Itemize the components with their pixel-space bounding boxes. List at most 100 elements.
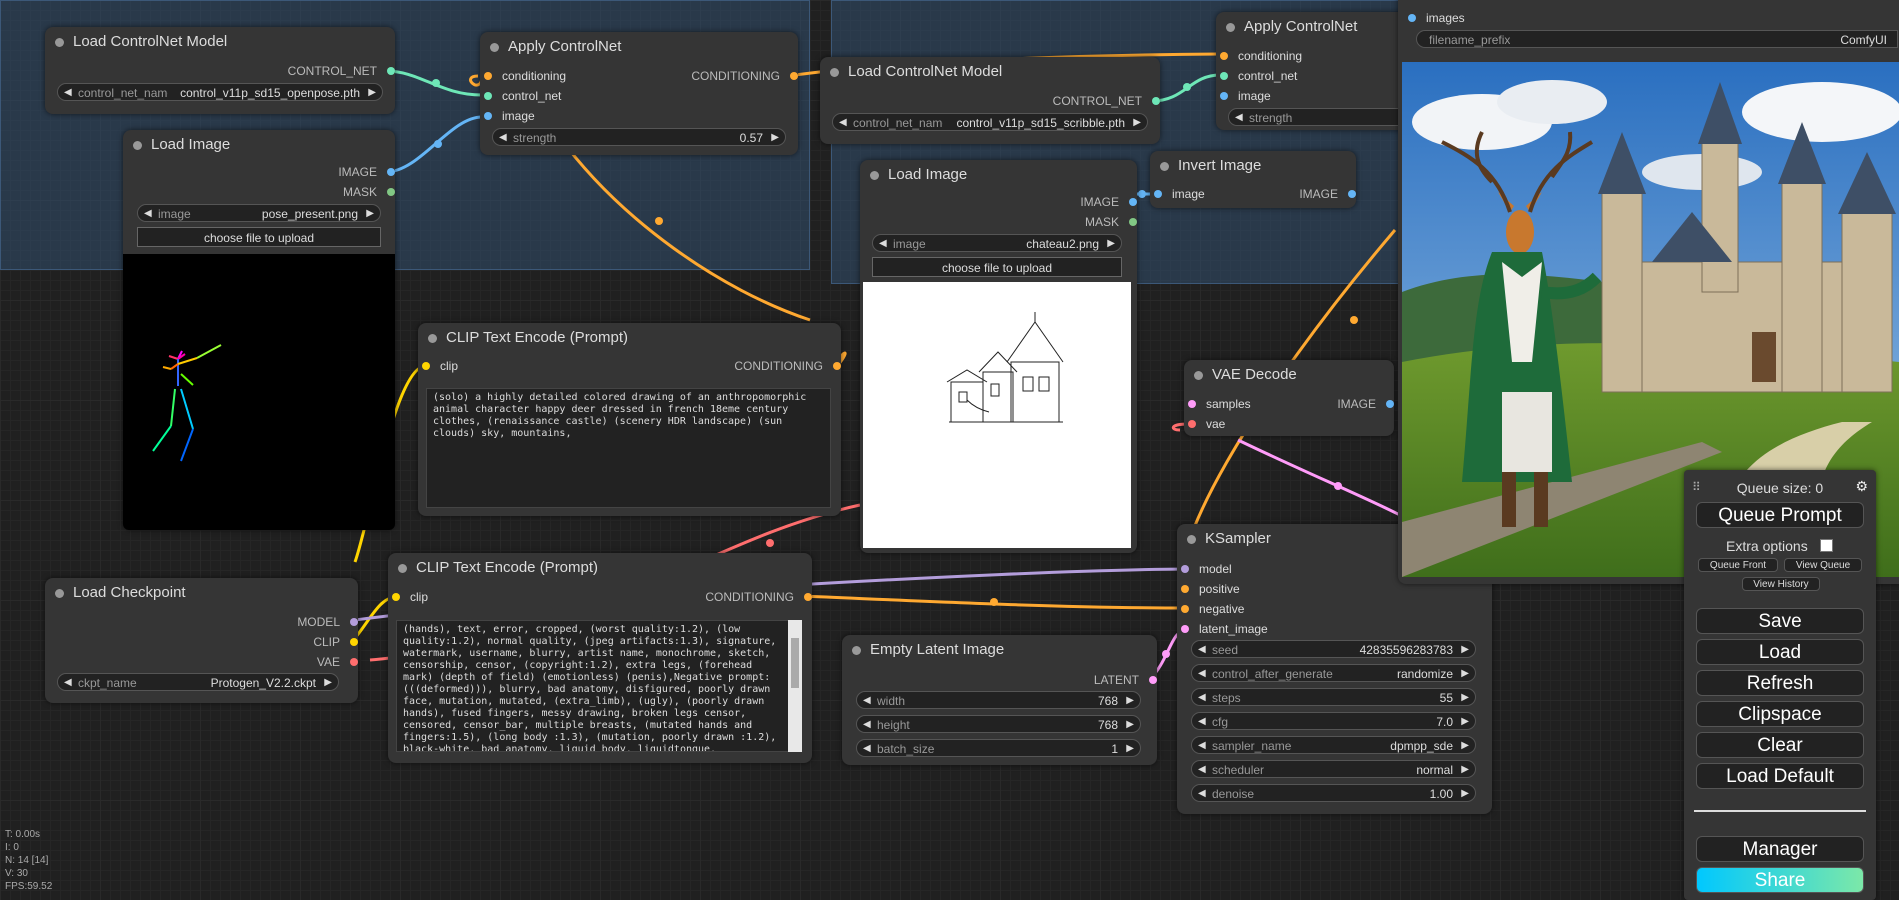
input-image[interactable]: image bbox=[1220, 88, 1271, 104]
queue-front-button[interactable]: Queue Front bbox=[1698, 558, 1778, 572]
node-load-image-pose[interactable]: Load Image IMAGE MASK ◀ image pose_present… bbox=[123, 130, 395, 530]
node-apply-controlnet-2[interactable]: Apply ControlNet conditioning control_ne… bbox=[1216, 12, 1418, 130]
output-mask[interactable]: MASK bbox=[1085, 214, 1137, 230]
node-empty-latent-image[interactable]: Empty Latent Image LATENT ◀ width 768 ▶ ◀ he… bbox=[842, 635, 1157, 765]
widget-cfg[interactable]: ◀ cfg 7.0 ▶ bbox=[1191, 712, 1476, 730]
collapse-dot-icon[interactable] bbox=[398, 564, 407, 573]
node-load-image-chateau[interactable]: Load Image IMAGE MASK ◀ image chateau2.png… bbox=[860, 160, 1137, 553]
input-latent-image[interactable]: latent_image bbox=[1181, 621, 1268, 637]
output-image[interactable]: IMAGE bbox=[1080, 194, 1137, 210]
queue-prompt-button[interactable]: Queue Prompt bbox=[1696, 502, 1864, 528]
input-negative[interactable]: negative bbox=[1181, 601, 1244, 617]
input-control-net[interactable]: control_net bbox=[484, 88, 561, 104]
widget-filename-prefix[interactable]: filename_prefix ComfyUI bbox=[1416, 30, 1898, 48]
node-vae-decode[interactable]: VAE Decode samples vae IMAGE bbox=[1184, 360, 1394, 436]
stat-fps: FPS:59.52 bbox=[5, 881, 53, 892]
castle-sketch-icon bbox=[946, 312, 1064, 423]
collapse-dot-icon[interactable] bbox=[1160, 162, 1169, 171]
node-invert-image[interactable]: Invert Image image IMAGE bbox=[1150, 151, 1356, 208]
share-button[interactable]: Share bbox=[1696, 867, 1864, 893]
widget-control-after-generate[interactable]: ◀ control_after_generate randomize ▶ bbox=[1191, 664, 1476, 682]
link-cond-apply1-out bbox=[556, 134, 811, 322]
settings-gear-icon[interactable]: ⚙ bbox=[1855, 478, 1868, 495]
output-image[interactable]: IMAGE bbox=[1337, 396, 1394, 412]
widget-strength[interactable]: ◀ strength bbox=[1228, 108, 1418, 126]
save-button[interactable]: Save bbox=[1696, 608, 1864, 634]
output-conditioning[interactable]: CONDITIONING bbox=[734, 358, 841, 374]
widget-width[interactable]: ◀ width 768 ▶ bbox=[856, 691, 1141, 709]
input-images[interactable]: images bbox=[1408, 10, 1465, 26]
refresh-button[interactable]: Refresh bbox=[1696, 670, 1864, 696]
node-load-controlnet-openpose[interactable]: Load ControlNet Model CONTROL_NET ◀ contr… bbox=[45, 27, 395, 114]
prompt-textarea[interactable]: (solo) a highly detailed colored drawing… bbox=[426, 388, 831, 508]
render-stats: T: 0.00s I: 0 N: 14 [14] V: 30 FPS:59.52 bbox=[5, 828, 52, 893]
collapse-dot-icon[interactable] bbox=[1187, 535, 1196, 544]
node-load-checkpoint[interactable]: Load Checkpoint MODEL CLIP VAE ◀ ckpt_nam… bbox=[45, 578, 358, 703]
output-conditioning[interactable]: CONDITIONING bbox=[705, 589, 812, 605]
input-positive[interactable]: positive bbox=[1181, 581, 1240, 597]
negative-prompt-textarea[interactable]: (hands), text, error, cropped, (worst qu… bbox=[396, 620, 790, 752]
node-clip-text-encode-positive[interactable]: CLIP Text Encode (Prompt) clip CONDITION… bbox=[418, 323, 841, 516]
link-latent-to-decode bbox=[1237, 438, 1401, 517]
collapse-dot-icon[interactable] bbox=[55, 38, 64, 47]
output-conditioning[interactable]: CONDITIONING bbox=[691, 68, 798, 84]
output-control-net[interactable]: CONTROL_NET bbox=[1053, 93, 1160, 109]
upload-button[interactable]: choose file to upload bbox=[137, 227, 381, 247]
output-mask[interactable]: MASK bbox=[343, 184, 395, 200]
input-conditioning[interactable]: conditioning bbox=[1220, 48, 1302, 64]
widget-steps[interactable]: ◀ steps 55 ▶ bbox=[1191, 688, 1476, 706]
textarea-scrollbar[interactable] bbox=[788, 620, 802, 752]
manager-button[interactable]: Manager bbox=[1696, 836, 1864, 862]
widget-height[interactable]: ◀ height 768 ▶ bbox=[856, 715, 1141, 733]
node-load-controlnet-scribble[interactable]: Load ControlNet Model CONTROL_NET ◀ contr… bbox=[820, 57, 1160, 144]
widget-seed[interactable]: ◀ seed 42835596283783 ▶ bbox=[1191, 640, 1476, 658]
input-control-net[interactable]: control_net bbox=[1220, 68, 1297, 84]
input-image[interactable]: image bbox=[484, 108, 535, 124]
chateau-sketch-image bbox=[863, 282, 1131, 548]
collapse-dot-icon[interactable] bbox=[1226, 23, 1235, 32]
widget-image-select[interactable]: ◀ image pose_present.png ▶ bbox=[137, 204, 381, 222]
output-latent[interactable]: LATENT bbox=[1094, 672, 1157, 688]
widget-batch-size[interactable]: ◀ batch_size 1 ▶ bbox=[856, 739, 1141, 757]
widget-scheduler[interactable]: ◀ scheduler normal ▶ bbox=[1191, 760, 1476, 778]
node-clip-text-encode-negative[interactable]: CLIP Text Encode (Prompt) clip CONDITION… bbox=[388, 553, 812, 763]
output-control-net[interactable]: CONTROL_NET bbox=[288, 63, 395, 79]
collapse-dot-icon[interactable] bbox=[55, 589, 64, 598]
output-clip[interactable]: CLIP bbox=[313, 634, 358, 650]
collapse-dot-icon[interactable] bbox=[490, 43, 499, 52]
input-samples[interactable]: samples bbox=[1188, 396, 1251, 412]
collapse-dot-icon[interactable] bbox=[1194, 371, 1203, 380]
upload-button[interactable]: choose file to upload bbox=[872, 257, 1122, 277]
node-title: Empty Latent Image bbox=[870, 641, 1005, 658]
view-history-button[interactable]: View History bbox=[1742, 577, 1820, 591]
node-apply-controlnet-1[interactable]: Apply ControlNet conditioning control_ne… bbox=[480, 32, 798, 155]
widget-image-select[interactable]: ◀ image chateau2.png ▶ bbox=[872, 234, 1122, 252]
collapse-dot-icon[interactable] bbox=[133, 141, 142, 150]
output-image[interactable]: IMAGE bbox=[338, 164, 395, 180]
collapse-dot-icon[interactable] bbox=[830, 68, 839, 77]
clipspace-button[interactable]: Clipspace bbox=[1696, 701, 1864, 727]
output-image[interactable]: IMAGE bbox=[1299, 186, 1356, 202]
widget-sampler-name[interactable]: ◀ sampler_name dpmpp_sde ▶ bbox=[1191, 736, 1476, 754]
widget-strength[interactable]: ◀ strength 0.57 ▶ bbox=[492, 128, 786, 146]
view-queue-button[interactable]: View Queue bbox=[1784, 558, 1862, 572]
input-conditioning[interactable]: conditioning bbox=[484, 68, 566, 84]
output-model[interactable]: MODEL bbox=[297, 614, 358, 630]
collapse-dot-icon[interactable] bbox=[870, 171, 879, 180]
input-image[interactable]: image bbox=[1154, 186, 1205, 202]
input-model[interactable]: model bbox=[1181, 561, 1232, 577]
widget-denoise[interactable]: ◀ denoise 1.00 ▶ bbox=[1191, 784, 1476, 802]
extra-options-checkbox[interactable] bbox=[1820, 539, 1833, 552]
load-default-button[interactable]: Load Default bbox=[1696, 763, 1864, 789]
input-clip[interactable]: clip bbox=[422, 358, 458, 374]
output-vae[interactable]: VAE bbox=[317, 654, 358, 670]
widget-control-net-name[interactable]: ◀ control_net_name control_v11p_sd15_scrib… bbox=[832, 113, 1148, 131]
load-button[interactable]: Load bbox=[1696, 639, 1864, 665]
widget-control-net-name[interactable]: ◀ control_net_name control_v11p_sd15_openp… bbox=[57, 83, 383, 101]
widget-ckpt-name[interactable]: ◀ ckpt_name Protogen_V2.2.ckpt ▶ bbox=[57, 673, 339, 691]
collapse-dot-icon[interactable] bbox=[852, 646, 861, 655]
input-vae[interactable]: vae bbox=[1188, 416, 1225, 432]
clear-button[interactable]: Clear bbox=[1696, 732, 1864, 758]
input-clip[interactable]: clip bbox=[392, 589, 428, 605]
collapse-dot-icon[interactable] bbox=[428, 334, 437, 343]
